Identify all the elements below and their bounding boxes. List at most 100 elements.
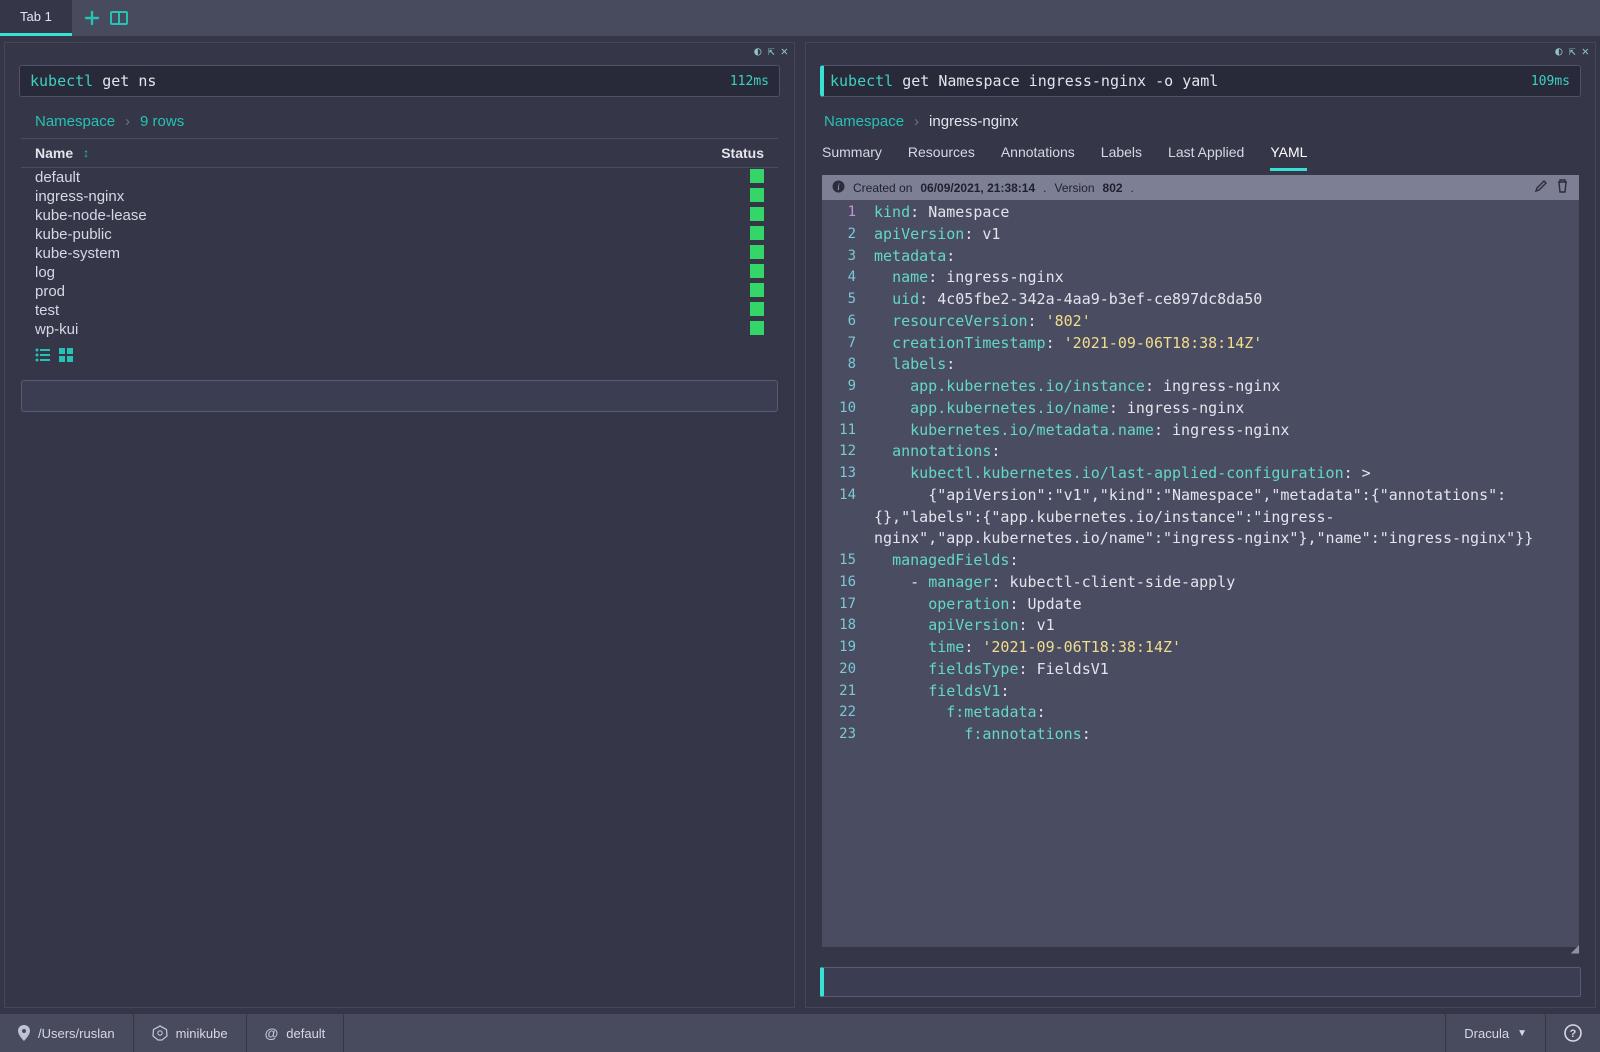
col-name-header[interactable]: Name ↕ — [35, 145, 721, 161]
command-args: get ns — [102, 72, 156, 90]
cell-name: default — [35, 169, 750, 186]
breadcrumb-root[interactable]: Namespace — [824, 113, 904, 130]
yaml-line: 14 {"apiVersion":"v1","kind":"Namespace"… — [822, 485, 1579, 550]
left-breadcrumb: Namespace › 9 rows — [5, 107, 794, 138]
yaml-code: {"apiVersion":"v1","kind":"Namespace","m… — [874, 485, 1579, 550]
line-number: 9 — [822, 376, 874, 396]
left-prompt-input[interactable] — [21, 380, 778, 412]
screenshot-icon[interactable]: ◐ — [1555, 44, 1562, 58]
resize-handle[interactable]: ◢ — [806, 941, 1579, 957]
screenshot-icon[interactable]: ◐ — [754, 44, 761, 58]
theme-selector[interactable]: Dracula ▼ — [1446, 1014, 1546, 1052]
table-row[interactable]: kube-public — [21, 225, 778, 244]
new-tab-icon[interactable] — [84, 10, 100, 26]
breadcrumb-name: ingress-nginx — [929, 113, 1018, 130]
yaml-line: 5 uid: 4c05fbe2-342a-4aa9-b3ef-ce897dc8d… — [822, 289, 1579, 311]
status-indicator — [750, 321, 764, 335]
status-indicator — [750, 169, 764, 183]
right-command-line[interactable]: kubectl get Namespace ingress-nginx -o y… — [820, 65, 1581, 97]
delete-icon[interactable] — [1556, 179, 1569, 196]
line-number: 18 — [822, 615, 874, 635]
line-number: 19 — [822, 637, 874, 657]
yaml-line: 6 resourceVersion: '802' — [822, 311, 1579, 333]
yaml-line: 17 operation: Update — [822, 594, 1579, 616]
yaml-line: 20 fieldsType: FieldsV1 — [822, 659, 1579, 681]
tab-actions — [72, 0, 140, 36]
status-namespace[interactable]: @ default — [247, 1014, 345, 1052]
sort-icon[interactable]: ↕ — [83, 146, 89, 160]
command-timing: 109ms — [1531, 74, 1570, 89]
yaml-line: 1kind: Namespace — [822, 202, 1579, 224]
table-row[interactable]: default — [21, 168, 778, 187]
yaml-code: app.kubernetes.io/name: ingress-nginx — [874, 398, 1579, 420]
yaml-viewer[interactable]: 1kind: Namespace2apiVersion: v13metadata… — [822, 200, 1579, 947]
location-icon — [18, 1025, 30, 1041]
help-icon: ? — [1564, 1024, 1582, 1042]
split-pane-icon[interactable] — [110, 11, 128, 25]
help-button[interactable]: ? — [1546, 1014, 1600, 1052]
svg-text:?: ? — [1570, 1028, 1577, 1040]
table-row[interactable]: kube-node-lease — [21, 206, 778, 225]
status-cwd[interactable]: /Users/ruslan — [0, 1014, 134, 1052]
table-row[interactable]: kube-system — [21, 244, 778, 263]
table-row[interactable]: log — [21, 263, 778, 282]
list-view-icon[interactable] — [35, 347, 51, 366]
tab-resources[interactable]: Resources — [908, 138, 975, 171]
export-icon[interactable]: ⇱ — [1569, 44, 1576, 58]
left-pane-toolbar: ◐ ⇱ ✕ — [5, 43, 794, 59]
table-row[interactable]: test — [21, 301, 778, 320]
line-number: 1 — [822, 202, 874, 222]
line-number: 10 — [822, 398, 874, 418]
yaml-line: 11 kubernetes.io/metadata.name: ingress-… — [822, 420, 1579, 442]
status-indicator — [750, 264, 764, 278]
line-number: 6 — [822, 311, 874, 331]
meta-vprefix: Version — [1054, 181, 1094, 195]
tab-last-applied[interactable]: Last Applied — [1168, 138, 1244, 171]
chevron-down-icon: ▼ — [1517, 1028, 1527, 1039]
grid-view-icon[interactable] — [59, 347, 73, 366]
detail-tabs: Summary Resources Annotations Labels Last Ap… — [806, 138, 1595, 171]
yaml-code: fieldsV1: — [874, 681, 1579, 703]
left-pane: ◐ ⇱ ✕ kubectl get ns 112ms Namespace › 9… — [4, 42, 795, 1008]
yaml-code: kind: Namespace — [874, 202, 1579, 224]
table-row[interactable]: prod — [21, 282, 778, 301]
edit-icon[interactable] — [1534, 179, 1548, 196]
close-icon[interactable]: ✕ — [1582, 44, 1589, 58]
meta-date: 06/09/2021, 21:38:14 — [920, 181, 1035, 195]
table-row[interactable]: ingress-nginx — [21, 187, 778, 206]
yaml-code: f:metadata: — [874, 702, 1579, 724]
tab-yaml[interactable]: YAML — [1270, 138, 1307, 171]
table-row[interactable]: wp-kui — [21, 320, 778, 339]
meta-prefix: Created on — [853, 181, 912, 195]
tab-labels[interactable]: Labels — [1101, 138, 1142, 171]
info-icon: i — [832, 180, 845, 196]
workarea: ◐ ⇱ ✕ kubectl get ns 112ms Namespace › 9… — [0, 38, 1600, 1012]
status-indicator — [750, 226, 764, 240]
tab-annotations[interactable]: Annotations — [1001, 138, 1075, 171]
line-number: 8 — [822, 354, 874, 374]
line-number: 12 — [822, 441, 874, 461]
line-number: 22 — [822, 702, 874, 722]
command-timing: 112ms — [730, 74, 769, 89]
yaml-line: 3metadata: — [822, 246, 1579, 268]
line-number: 3 — [822, 246, 874, 266]
yaml-code: name: ingress-nginx — [874, 267, 1579, 289]
cell-name: kube-node-lease — [35, 207, 750, 224]
tab-summary[interactable]: Summary — [822, 138, 882, 171]
namespace-table: Name ↕ Status defaultingress-nginxkube-n… — [5, 138, 794, 339]
cell-name: log — [35, 264, 750, 281]
yaml-code: apiVersion: v1 — [874, 615, 1579, 637]
line-number: 23 — [822, 724, 874, 744]
cell-name: wp-kui — [35, 321, 750, 338]
col-status-header[interactable]: Status — [721, 145, 764, 161]
yaml-code: resourceVersion: '802' — [874, 311, 1579, 333]
right-pane-toolbar: ◐ ⇱ ✕ — [806, 43, 1595, 59]
close-icon[interactable]: ✕ — [781, 44, 788, 58]
breadcrumb-root[interactable]: Namespace — [35, 113, 115, 130]
right-prompt-input[interactable] — [820, 967, 1581, 997]
line-number: 14 — [822, 485, 874, 505]
status-context[interactable]: minikube — [134, 1014, 247, 1052]
left-command-line[interactable]: kubectl get ns 112ms — [19, 65, 780, 97]
tab-1[interactable]: Tab 1 — [0, 0, 72, 36]
export-icon[interactable]: ⇱ — [768, 44, 775, 58]
